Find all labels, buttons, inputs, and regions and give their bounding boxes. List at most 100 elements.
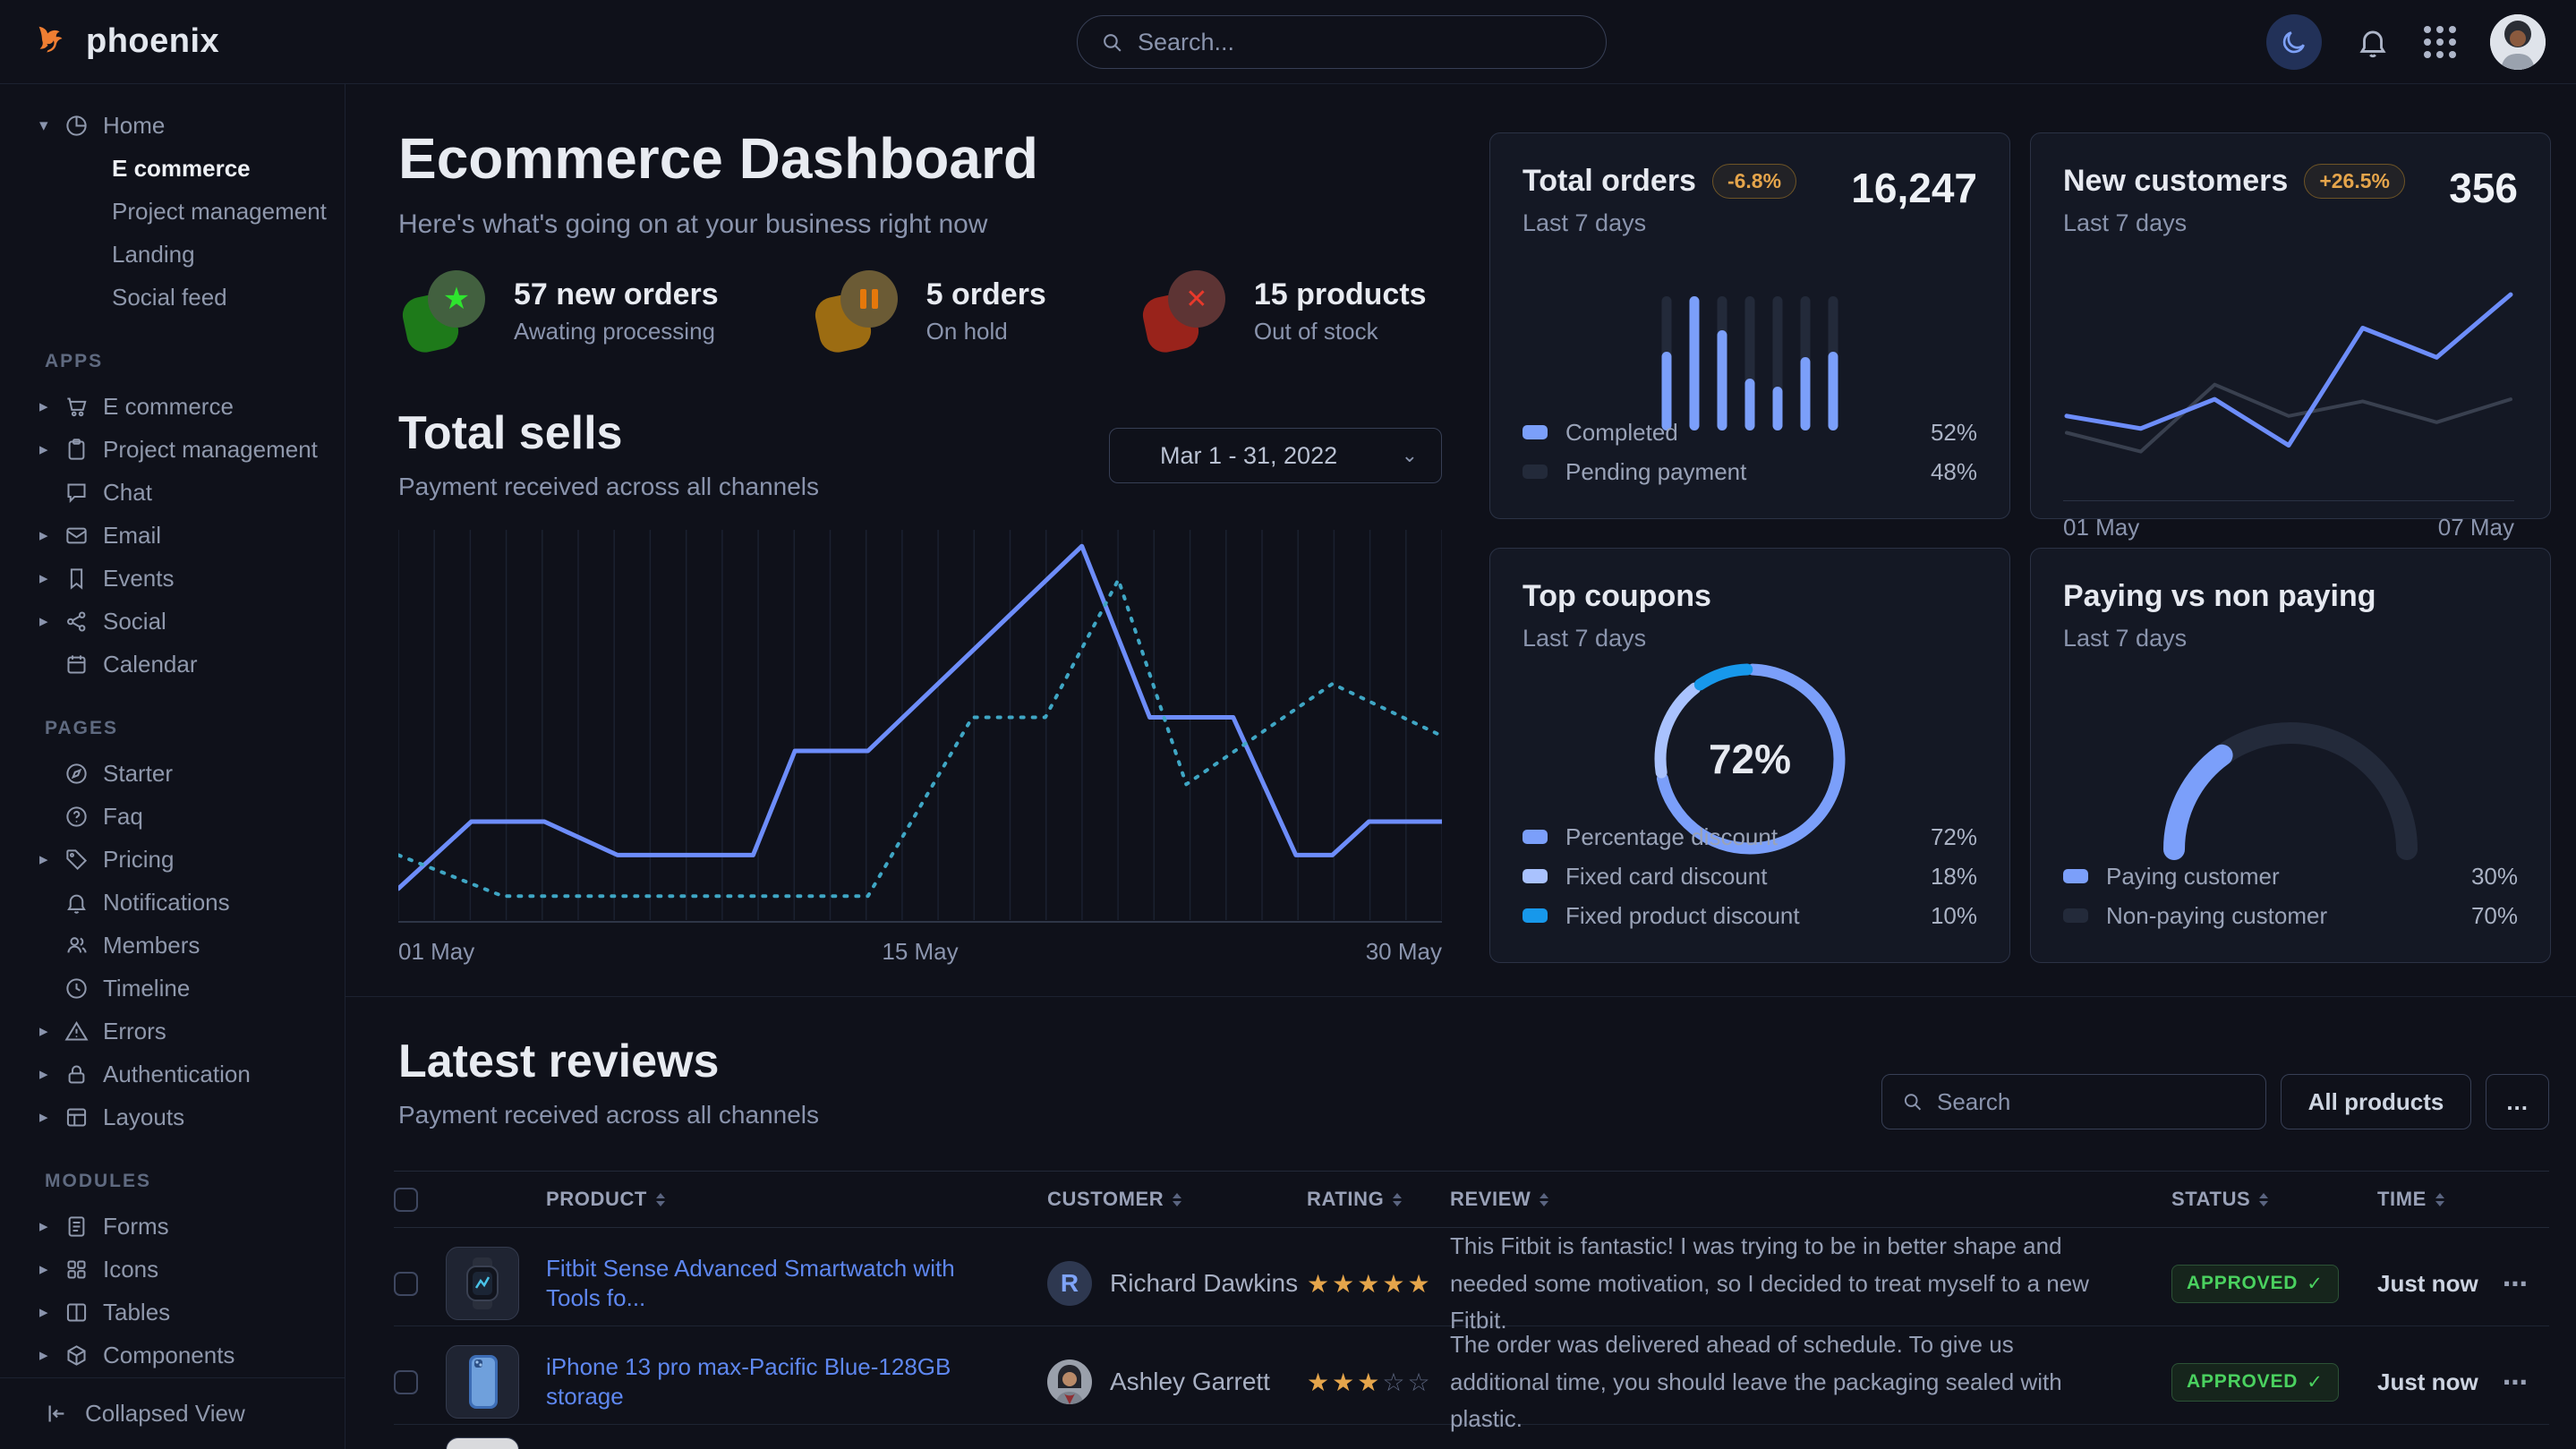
user-avatar[interactable] (2490, 14, 2546, 70)
paying-period: Last 7 days (2063, 625, 2518, 652)
top-coupons-period: Last 7 days (1523, 625, 1977, 652)
sort-icon (1173, 1193, 1181, 1206)
sidebar-item-label: Starter (103, 760, 173, 788)
brand-logo[interactable]: phoenix (30, 21, 219, 63)
product-thumbnail[interactable] (446, 1247, 519, 1320)
reviews-search-input[interactable] (1937, 1088, 2246, 1116)
row-checkbox[interactable] (394, 1370, 418, 1394)
sidebar-item-label: Components (103, 1342, 235, 1369)
product-link[interactable]: Fitbit Sense Advanced Smartwatch with To… (546, 1254, 1047, 1315)
section-divider (345, 996, 2576, 997)
compass-icon (64, 762, 89, 786)
stats-row: ★57 new ordersAwating processing5 orders… (405, 270, 1427, 353)
sidebar-item-pricing[interactable]: ▸Pricing (0, 838, 345, 881)
sidebar-item-social[interactable]: ▸Social (0, 600, 345, 643)
sidebar-subitem-project-management[interactable]: Project management (0, 190, 345, 233)
sidebar-item-timeline[interactable]: Timeline (0, 967, 345, 1010)
column-header-review[interactable]: REVIEW (1450, 1188, 2171, 1211)
sidebar-item-layouts[interactable]: ▸Layouts (0, 1095, 345, 1138)
product-thumbnail[interactable] (446, 1437, 519, 1449)
column-header-customer[interactable]: CUSTOMER (1047, 1188, 1307, 1211)
sidebar-subitem-social-feed[interactable]: Social feed (0, 276, 345, 319)
sidebar-subitem-landing[interactable]: Landing (0, 233, 345, 276)
sidebar-item-label: Social (103, 608, 166, 635)
paying-title: Paying vs non paying (2063, 579, 2518, 614)
sidebar-subitem-label: Social feed (112, 284, 227, 311)
sidebar-item-forms[interactable]: ▸Forms (0, 1205, 345, 1248)
paying-legend-paying-customer: Paying customer30% (2063, 857, 2518, 896)
sidebar-item-faq[interactable]: Faq (0, 795, 345, 838)
apps-menu-button[interactable] (2424, 26, 2456, 58)
chat-icon (64, 481, 89, 505)
sidebar-item-e-commerce[interactable]: ▸E commerce (0, 385, 345, 428)
sidebar-section-apps: APPS (0, 351, 345, 372)
sidebar-subitem-e-commerce[interactable]: E commerce (0, 147, 345, 190)
review-text: This Fitbit is fantastic! I was trying t… (1450, 1228, 2171, 1340)
sidebar-item-notifications[interactable]: Notifications (0, 881, 345, 924)
sidebar-collapse-toggle[interactable]: Collapsed View (0, 1377, 345, 1449)
sidebar-item-home[interactable]: ▾Home (0, 104, 345, 147)
sidebar-item-events[interactable]: ▸Events (0, 557, 345, 600)
users-icon (64, 933, 89, 958)
theme-toggle-button[interactable] (2266, 14, 2322, 70)
sidebar-item-icons[interactable]: ▸Icons (0, 1248, 345, 1291)
review-text: The order was delivered ahead of schedul… (1450, 1326, 2171, 1438)
clipboard-icon (64, 438, 89, 462)
customer-cell[interactable]: RRichard Dawkins (1047, 1261, 1307, 1306)
reviews-search[interactable] (1881, 1074, 2266, 1129)
sidebar-item-label: Pricing (103, 846, 174, 874)
sidebar-item-label: Tables (103, 1299, 170, 1326)
row-more-button[interactable]: ⋯ (2503, 1368, 2549, 1397)
row-more-button[interactable]: ⋯ (2503, 1269, 2549, 1299)
total-sells-chart: 01 May 15 May 30 May (398, 530, 1442, 966)
reviews-more-button[interactable]: ... (2486, 1074, 2549, 1129)
product-thumbnail[interactable] (446, 1345, 519, 1419)
column-label: PRODUCT (546, 1188, 647, 1211)
total-orders-legend-completed: Completed52% (1523, 413, 1977, 452)
column-header-rating[interactable]: RATING (1307, 1188, 1450, 1211)
row-checkbox[interactable] (394, 1272, 418, 1296)
box-icon (64, 1343, 89, 1368)
caret-right-icon: ▸ (39, 525, 57, 546)
sidebar-item-tables[interactable]: ▸Tables (0, 1291, 345, 1334)
search-icon (1902, 1090, 1923, 1113)
sidebar-item-chat[interactable]: Chat (0, 471, 345, 514)
total-orders-badge: -6.8% (1712, 164, 1796, 199)
sidebar-item-errors[interactable]: ▸Errors (0, 1010, 345, 1053)
navbar-search[interactable] (1077, 15, 1607, 69)
x-label-start: 01 May (398, 938, 474, 966)
sidebar-item-label: Errors (103, 1018, 166, 1045)
legend-label: Percentage discount (1565, 823, 1778, 851)
sidebar-item-authentication[interactable]: ▸Authentication (0, 1053, 345, 1095)
all-products-button[interactable]: All products (2281, 1074, 2472, 1129)
legend-label: Fixed product discount (1565, 902, 1800, 930)
sidebar-item-email[interactable]: ▸ Email (0, 514, 345, 557)
caret-down-icon: ▾ (39, 115, 57, 136)
column-header-status[interactable]: STATUS (2171, 1188, 2377, 1211)
legend-label: Pending payment (1565, 458, 1746, 486)
stat-caption: Awating processing (514, 318, 719, 345)
nc-x-start: 01 May (2063, 514, 2139, 541)
sidebar-item-calendar[interactable]: Calendar (0, 643, 345, 686)
sidebar-item-project-management[interactable]: ▸Project management (0, 428, 345, 471)
sidebar-item-members[interactable]: Members (0, 924, 345, 967)
customer-cell[interactable]: Ashley Garrett (1047, 1360, 1307, 1404)
product-link[interactable]: iPhone 13 pro max-Pacific Blue-128GB sto… (546, 1352, 1047, 1413)
column-header-time[interactable]: TIME (2377, 1188, 2503, 1211)
new-customers-badge: +26.5% (2304, 164, 2405, 199)
sidebar-item-label: Email (103, 522, 161, 550)
sidebar-item-components[interactable]: ▸Components (0, 1334, 345, 1377)
date-range-select[interactable]: Mar 1 - 31, 2022 ⌄ (1109, 428, 1442, 483)
total-sells-header: Total sells Payment received across all … (398, 406, 1442, 501)
alert-icon (64, 1019, 89, 1044)
customer-letter-avatar: R (1047, 1261, 1092, 1306)
sidebar-item-starter[interactable]: Starter (0, 752, 345, 795)
select-all-checkbox[interactable] (394, 1188, 418, 1212)
notifications-button[interactable] (2356, 25, 2390, 59)
sort-icon (1393, 1193, 1402, 1206)
total-orders-bar-chart (1662, 296, 1838, 430)
navbar-search-input[interactable] (1138, 29, 1582, 56)
stat-awating-processing: ★57 new ordersAwating processing (405, 270, 719, 353)
column-header-product[interactable]: PRODUCT (546, 1188, 1047, 1211)
grid4-icon (64, 1257, 89, 1282)
